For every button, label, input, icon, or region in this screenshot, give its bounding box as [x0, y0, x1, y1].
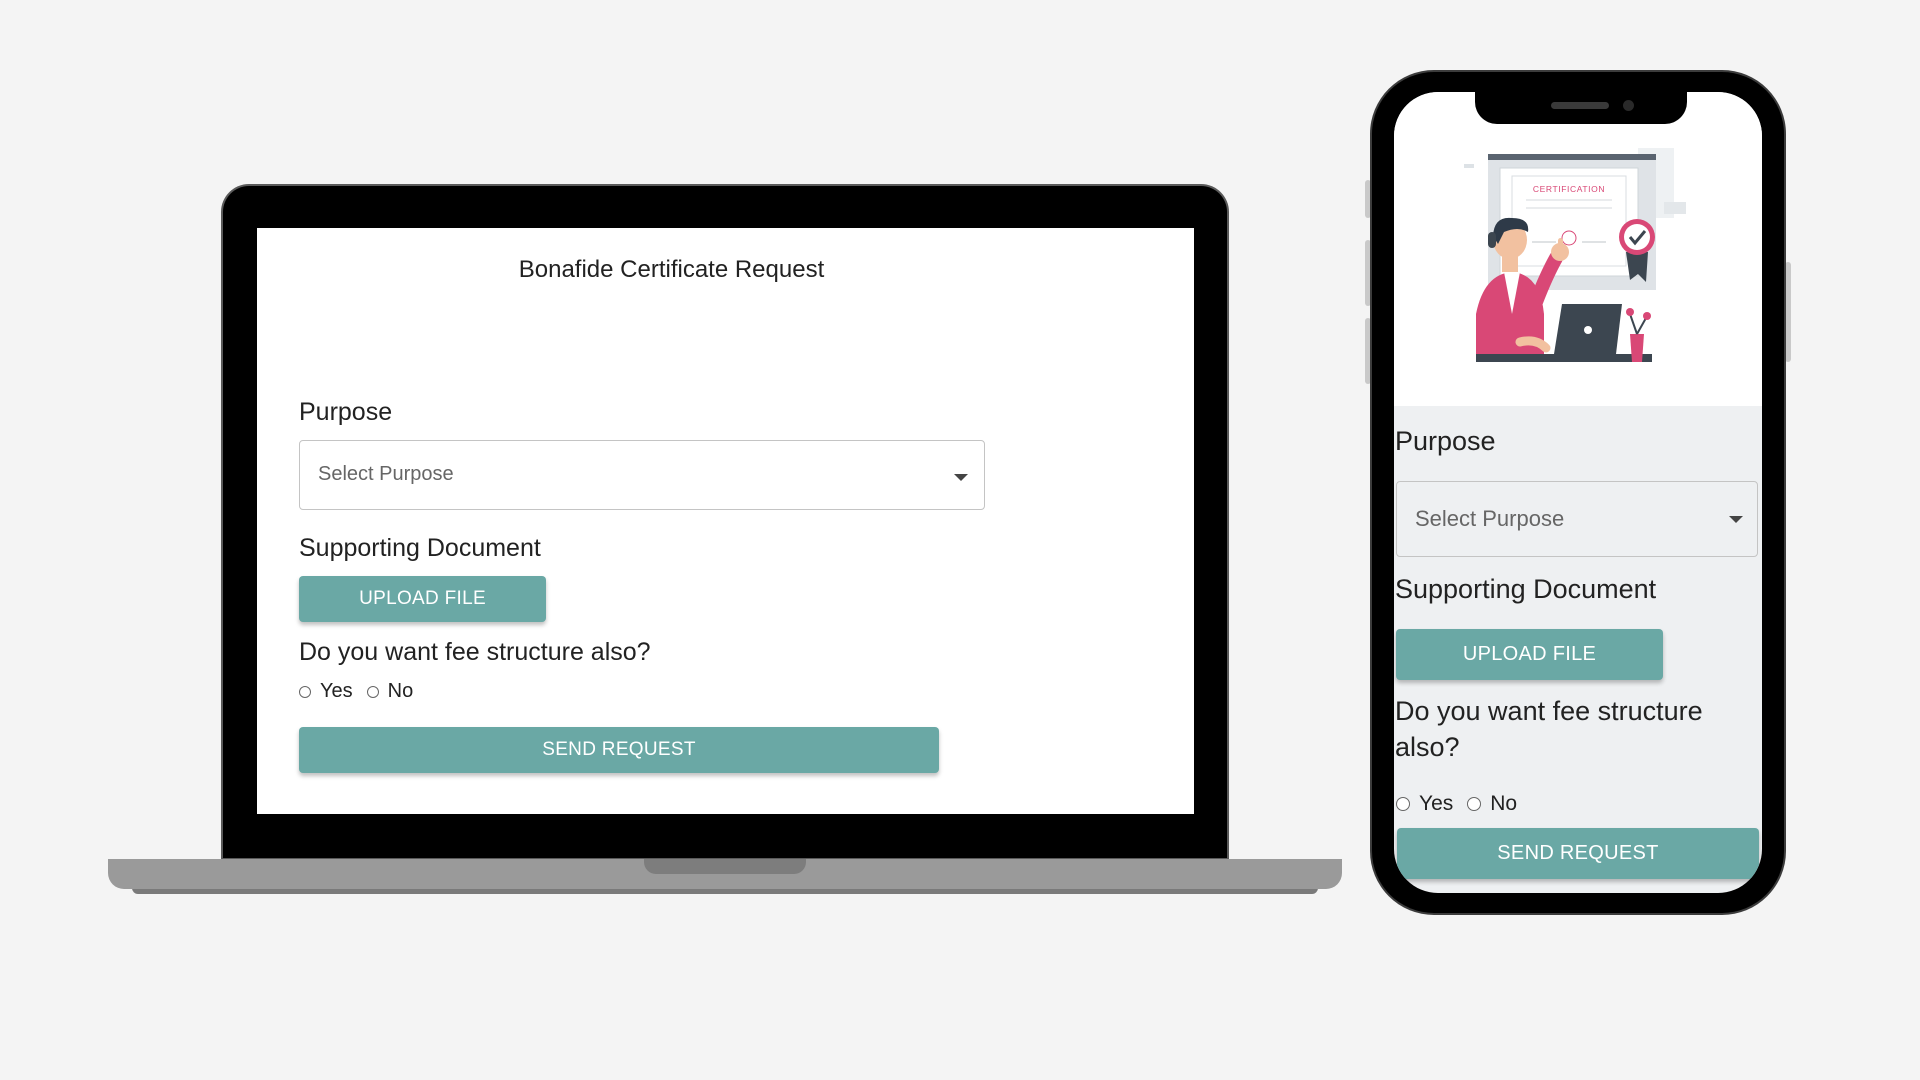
- phone-notch: [1475, 92, 1687, 124]
- supporting-document-label: Supporting Document: [299, 534, 541, 562]
- phone-fee-structure-question: Do you want fee structure also?: [1395, 696, 1703, 762]
- phone-purpose-label: Purpose: [1395, 426, 1496, 456]
- caret-down-icon: [1729, 516, 1743, 523]
- speaker-icon: [1551, 102, 1609, 109]
- laptop-frame: Bonafide Certificate Request Purpose Sel…: [223, 186, 1227, 858]
- laptop-screen: Bonafide Certificate Request Purpose Sel…: [257, 228, 1194, 814]
- certification-illustration: CERTIFICATION: [1464, 148, 1686, 362]
- phone-radio-yes-label[interactable]: Yes: [1419, 792, 1453, 816]
- caret-down-icon: [954, 474, 968, 481]
- phone-frame: CERTIFICATION Purpose Select Purpose Sup…: [1372, 72, 1784, 913]
- phone-purpose-select-placeholder: Select Purpose: [1415, 506, 1565, 531]
- radio-yes-label[interactable]: Yes: [320, 680, 353, 703]
- laptop-hinge-notch: [644, 859, 806, 874]
- phone-power-button: [1785, 262, 1791, 362]
- radio-yes[interactable]: [299, 685, 311, 698]
- phone-send-request-button[interactable]: SEND REQUEST: [1397, 828, 1759, 879]
- phone-mute-switch: [1365, 180, 1371, 218]
- radio-no-label[interactable]: No: [388, 680, 414, 703]
- camera-icon: [1623, 100, 1634, 111]
- phone-purpose-select[interactable]: Select Purpose: [1396, 481, 1758, 557]
- phone-fee-structure-radio-group: Yes No: [1396, 792, 1517, 816]
- phone-radio-no[interactable]: [1467, 797, 1482, 811]
- fee-structure-radio-group: Yes No: [299, 680, 413, 703]
- phone-screen: CERTIFICATION Purpose Select Purpose Sup…: [1394, 92, 1762, 893]
- phone-upload-file-button[interactable]: UPLOAD FILE: [1396, 629, 1663, 680]
- page-title: Bonafide Certificate Request: [518, 256, 825, 283]
- phone-volume-down: [1365, 318, 1371, 384]
- phone-supporting-document-label: Supporting Document: [1395, 574, 1657, 604]
- hero-illustration: CERTIFICATION: [1394, 92, 1762, 406]
- fee-structure-question: Do you want fee structure also?: [299, 638, 651, 666]
- purpose-select[interactable]: Select Purpose: [299, 440, 985, 510]
- upload-file-button[interactable]: UPLOAD FILE: [299, 576, 546, 622]
- radio-no[interactable]: [366, 685, 379, 698]
- purpose-select-placeholder: Select Purpose: [318, 463, 454, 485]
- certification-heading: CERTIFICATION: [1533, 184, 1605, 194]
- purpose-label: Purpose: [299, 398, 393, 426]
- phone-radio-no-label[interactable]: No: [1490, 792, 1517, 816]
- send-request-button[interactable]: SEND REQUEST: [299, 727, 939, 773]
- phone-volume-up: [1365, 240, 1371, 306]
- phone-radio-yes[interactable]: [1396, 797, 1410, 811]
